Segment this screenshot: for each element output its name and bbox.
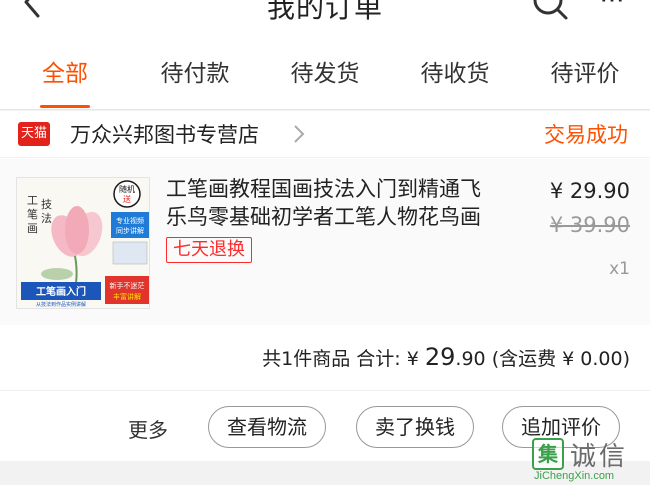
cover-title-char: 画 [27,222,38,235]
product-price: ¥ 29.90 [549,179,630,203]
resell-button[interactable]: 卖了换钱 [356,406,474,448]
product-item[interactable]: 工 笔 画 技 法 随机 送 专业视频 同步讲解 工笔画入门 从技法到作品实例讲… [0,159,650,325]
nav-header: 我的订单 ··· [0,0,650,40]
order-list-page: 我的订单 ··· 全部 待付款 待发货 待收货 待评价 天猫 万众兴邦图书专营店… [0,0,650,485]
item-count: 共1件商品 [262,348,351,370]
seven-day-return-tag: 七天退换 [166,237,252,263]
shipping-fee: (含运费 ¥ 0.00) [491,348,630,370]
total-integer: 29 [424,343,456,371]
product-title[interactable]: 工笔画教程国画技法入门到精通飞乐鸟零基础初学者工笔人物花鸟画 [166,175,496,231]
tab-pending-payment[interactable]: 待付款 [130,40,260,110]
total-decimal: .90 [455,348,486,370]
cover-bonus-text: 随机 [119,184,135,194]
tab-pending-receipt[interactable]: 待收货 [390,40,520,110]
cover-title-char: 工 [27,194,38,207]
product-thumbnail[interactable]: 工 笔 画 技 法 随机 送 专业视频 同步讲解 工笔画入门 从技法到作品实例讲… [16,177,150,309]
watermark-name: 诚信 [570,442,629,472]
tab-pending-review[interactable]: 待评价 [520,40,650,110]
cover-banner-text: 工笔画入门 [36,285,86,298]
cover-bonus-text: 送 [123,194,131,204]
watermark-url: JiChengXin.com [534,470,615,482]
cover-title-char: 技 [41,198,52,211]
order-summary: 共1件商品 合计: ¥ 29.90 (含运费 ¥ 0.00) [0,325,650,391]
shop-header[interactable]: 天猫 万众兴邦图书专营店 交易成功 [0,111,650,158]
tab-all[interactable]: 全部 [0,40,130,110]
order-card: 天猫 万众兴邦图书专营店 交易成功 工 笔 画 技 法 随机 送 专业视频 同步… [0,111,650,461]
cover-promo-text: 同步讲解 [116,226,144,235]
cover-title-char: 法 [41,211,52,225]
order-status: 交易成功 [544,123,628,147]
cover-title-char: 笔 [27,207,38,221]
total-label: 合计: [356,348,401,370]
product-original-price: ¥ 39.90 [549,213,630,237]
summary-text: 共1件商品 合计: ¥ 29.90 (含运费 ¥ 0.00) [262,343,630,371]
more-menu-icon[interactable]: ··· [592,0,632,16]
cover-bottom-text: 丰富讲解 [113,292,141,301]
cover-promo-text: 专业视频 [116,216,144,225]
chevron-right-icon [294,125,305,143]
cover-bottom-text: 新手不迷茫 [110,281,145,290]
site-watermark: 集 诚信 JiChengXin.com [532,436,650,485]
order-tabs: 全部 待付款 待发货 待收货 待评价 [0,40,650,110]
view-logistics-button[interactable]: 查看物流 [208,406,326,448]
product-quantity: x1 [609,259,630,279]
tmall-badge: 天猫 [18,122,50,146]
shop-name[interactable]: 万众兴邦图书专营店 [70,119,259,149]
watermark-logo: 集 [532,438,564,470]
total-currency: ¥ [406,348,419,370]
tab-pending-shipment[interactable]: 待发货 [260,40,390,110]
more-actions-link[interactable]: 更多 [128,414,168,443]
book-cover-image: 工 笔 画 技 法 随机 送 专业视频 同步讲解 工笔画入门 从技法到作品实例讲… [17,178,149,308]
cover-banner-sub: 从技法到作品实例讲解 [36,301,86,308]
search-icon[interactable] [530,0,570,24]
